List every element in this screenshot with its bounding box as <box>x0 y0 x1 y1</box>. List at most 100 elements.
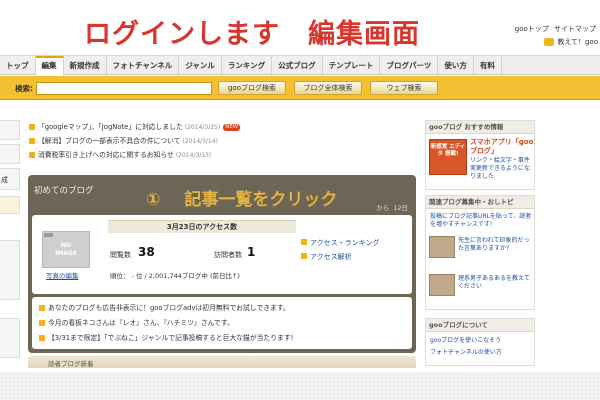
notice-item[interactable]: 「googleマップ」、「JogNote」に対応しました (2014/3/25) N… <box>28 120 420 134</box>
sitemap-link[interactable]: サイトマップ <box>554 25 596 33</box>
since-text: から <box>376 204 390 212</box>
left-sidebar-item[interactable] <box>0 144 20 164</box>
access-card: 3月23日のアクセス数 NO IMAGE 写真の編集 閲覧数 38 訪問者数 1… <box>32 215 412 294</box>
search-label: 検索: <box>15 84 33 93</box>
topics-intro[interactable]: 投稿にブログ記事URLを貼って、読者を増やすチャンスです! <box>430 213 532 229</box>
views-label: 閲覧数 <box>110 251 131 259</box>
top-links: gooトップ サイトマップ <box>512 24 596 34</box>
info-item[interactable]: 【3/31まで限定】「でぶねこ」ジャンルで記事投稿すると巨大な猫が当たります! <box>38 331 293 345</box>
left-sidebar-item[interactable] <box>0 120 20 140</box>
bullet-icon <box>39 320 45 326</box>
left-sidebar-panel <box>0 240 20 300</box>
banner: ログインします 編集画面 gooトップ サイトマップ 教えて！goo <box>0 0 600 54</box>
left-sidebar-item[interactable] <box>0 196 20 214</box>
rank-text: 順位： - 位 / 2,001,744ブログ中 (前日比↑) <box>110 272 240 280</box>
main-nav: トップ 編集 新規作成 フォトチャンネル ジャンル ランキング 公式ブログ テン… <box>0 55 600 76</box>
topics-box: 関連ブログ募集中・おしトピ 投稿にブログ記事URLを貼って、読者を増やすチャンス… <box>425 195 535 310</box>
banner-title-sub: 編集画面 <box>308 19 420 50</box>
info-text[interactable]: 今月の看板ネコさんは『レオ』さん、『ハチミツ』さんです。 <box>48 319 234 327</box>
info-item[interactable]: あなたのブログも広告非表示に！gooブログadvは初月無料でお試しできます。 <box>38 301 290 315</box>
about-head: gooブログについて <box>426 319 534 332</box>
reader-blog-title: 読者ブログ新着 <box>48 360 94 368</box>
tab-top[interactable]: トップ <box>0 56 36 76</box>
access-ranking-label[interactable]: アクセス・ランキング <box>310 239 379 247</box>
tab-genre[interactable]: ジャンル <box>179 56 222 76</box>
left-sidebar-panel <box>0 318 20 358</box>
app-description[interactable]: リンク・絵文字・事件実更新できるようになりました <box>470 157 534 181</box>
tab-new-post[interactable]: 新規作成 <box>64 56 107 76</box>
recommend-head: gooブログ おすすめ情報 <box>426 121 534 134</box>
notice-date: (2014/3/25) <box>184 124 221 131</box>
days-count: 12日 <box>393 204 408 212</box>
arrow-icon <box>301 239 307 245</box>
visitors-label: 訪問者数 <box>214 251 242 259</box>
bottom-border <box>0 372 600 400</box>
bullet-icon <box>29 152 35 158</box>
info-item[interactable]: 今月の看板ネコさんは『レオ』さん、『ハチミツ』さんです。 <box>38 316 234 330</box>
banner-title-main: ログインします <box>84 19 280 50</box>
access-ranking-link[interactable]: アクセス・ランキング <box>300 238 379 248</box>
instruction-text: 記事一覧をクリック <box>184 190 338 210</box>
blog-since: から 12日 <box>376 202 408 212</box>
all-blog-search-button[interactable]: ブログ全体検索 <box>294 81 362 95</box>
access-analysis-link[interactable]: アクセス解析 <box>300 252 352 262</box>
tab-blog-parts[interactable]: ブログパーツ <box>380 56 439 76</box>
notice-text[interactable]: 消費税率引き上げへの対応に関するお知らせ <box>38 151 174 159</box>
tab-how-to[interactable]: 使い方 <box>438 56 474 76</box>
notice-text[interactable]: 【解消】ブログの一部表示不具合の件について <box>38 137 181 145</box>
left-sidebar-item[interactable]: 成 <box>0 168 20 190</box>
image-badge-icon <box>44 233 53 237</box>
reader-blog-header: 読者ブログ新着 <box>28 356 416 368</box>
blog-title[interactable]: 初めてのブログ <box>34 184 94 196</box>
tab-template[interactable]: テンプレート <box>323 56 381 76</box>
instruction-number: ① <box>146 190 161 210</box>
bullet-icon <box>39 335 45 341</box>
info-text[interactable]: あなたのブログも広告非表示に！gooブログadvは初月無料でお試しできます。 <box>48 304 290 312</box>
oshiete-goo-link[interactable]: 教えて！goo <box>557 37 598 47</box>
info-text[interactable]: 【3/31まで限定】「でぶねこ」ジャンルで記事投稿すると巨大な猫が当たります! <box>48 334 293 342</box>
about-link[interactable]: gooブログを使いこなそう <box>430 337 501 345</box>
tab-official-blog[interactable]: 公式ブログ <box>272 56 323 76</box>
about-box: gooブログについて gooブログを使いこなそう フォトチャンネルの使い方 <box>425 318 535 366</box>
bullet-icon <box>39 305 45 311</box>
goo-top-link[interactable]: gooトップ <box>515 25 549 33</box>
recommend-box: gooブログ おすすめ情報 新感覚 エディタ 搭載! スマホアプリ「gooブログ… <box>425 120 535 190</box>
tab-paid[interactable]: 有料 <box>474 56 502 76</box>
app-title-link[interactable]: スマホアプリ「gooブログ」 <box>470 138 534 156</box>
photo-edit-link[interactable]: 写真の編集 <box>46 270 79 280</box>
user-line: 教えて！goo <box>544 37 598 47</box>
arrow-icon <box>301 253 307 259</box>
topic-thumbnail[interactable] <box>429 274 455 296</box>
tab-ranking[interactable]: ランキング <box>222 56 273 76</box>
goo-blog-search-button[interactable]: gooブログ検索 <box>218 81 286 95</box>
views-value: 38 <box>138 245 155 259</box>
notice-text[interactable]: 「googleマップ」、「JogNote」に対応しました <box>38 123 183 131</box>
search-input[interactable] <box>36 82 212 95</box>
tab-edit[interactable]: 編集 <box>35 56 64 76</box>
no-image-line2: IMAGE <box>55 250 77 257</box>
left-sidebar-label: 成 <box>1 176 8 184</box>
bullet-icon <box>29 124 35 130</box>
topic-link[interactable]: 先生に言われて印象的だった言葉ありますか? <box>458 237 532 253</box>
notice-item[interactable]: 【解消】ブログの一部表示不具合の件について (2014/3/14) <box>28 134 420 148</box>
tab-photo-channel[interactable]: フォトチャンネル <box>107 56 180 76</box>
about-link[interactable]: フォトチャンネルの使い方 <box>430 349 502 357</box>
visitors-value: 1 <box>247 245 256 259</box>
access-analysis-label[interactable]: アクセス解析 <box>310 253 352 261</box>
access-header: 3月23日のアクセス数 <box>108 220 296 233</box>
topic-thumbnail[interactable] <box>429 236 455 258</box>
profile-image[interactable]: NO IMAGE <box>42 231 90 268</box>
topic-link[interactable]: 理系男子あるあるを教えてください <box>458 275 532 291</box>
app-thumbnail[interactable]: 新感覚 エディタ 搭載! <box>429 139 467 175</box>
web-search-button[interactable]: ウェブ検索 <box>370 81 438 95</box>
notice-date: (2014/3/13) <box>175 152 212 159</box>
notice-list: 「googleマップ」、「JogNote」に対応しました (2014/3/25) N… <box>28 120 420 162</box>
topics-head: 関連ブログ募集中・おしトピ <box>426 196 534 209</box>
new-badge: NEW <box>223 124 241 131</box>
goo-logo-icon <box>544 38 555 46</box>
instruction-annotation: ① 記事一覧をクリック <box>146 185 337 210</box>
notice-item[interactable]: 消費税率引き上げへの対応に関するお知らせ (2014/3/13) <box>28 148 420 162</box>
info-box: あなたのブログも広告非表示に！gooブログadvは初月無料でお試しできます。 今… <box>32 297 412 349</box>
no-image-line1: NO <box>60 242 72 249</box>
banner-title: ログインします 編集画面 <box>84 12 420 51</box>
